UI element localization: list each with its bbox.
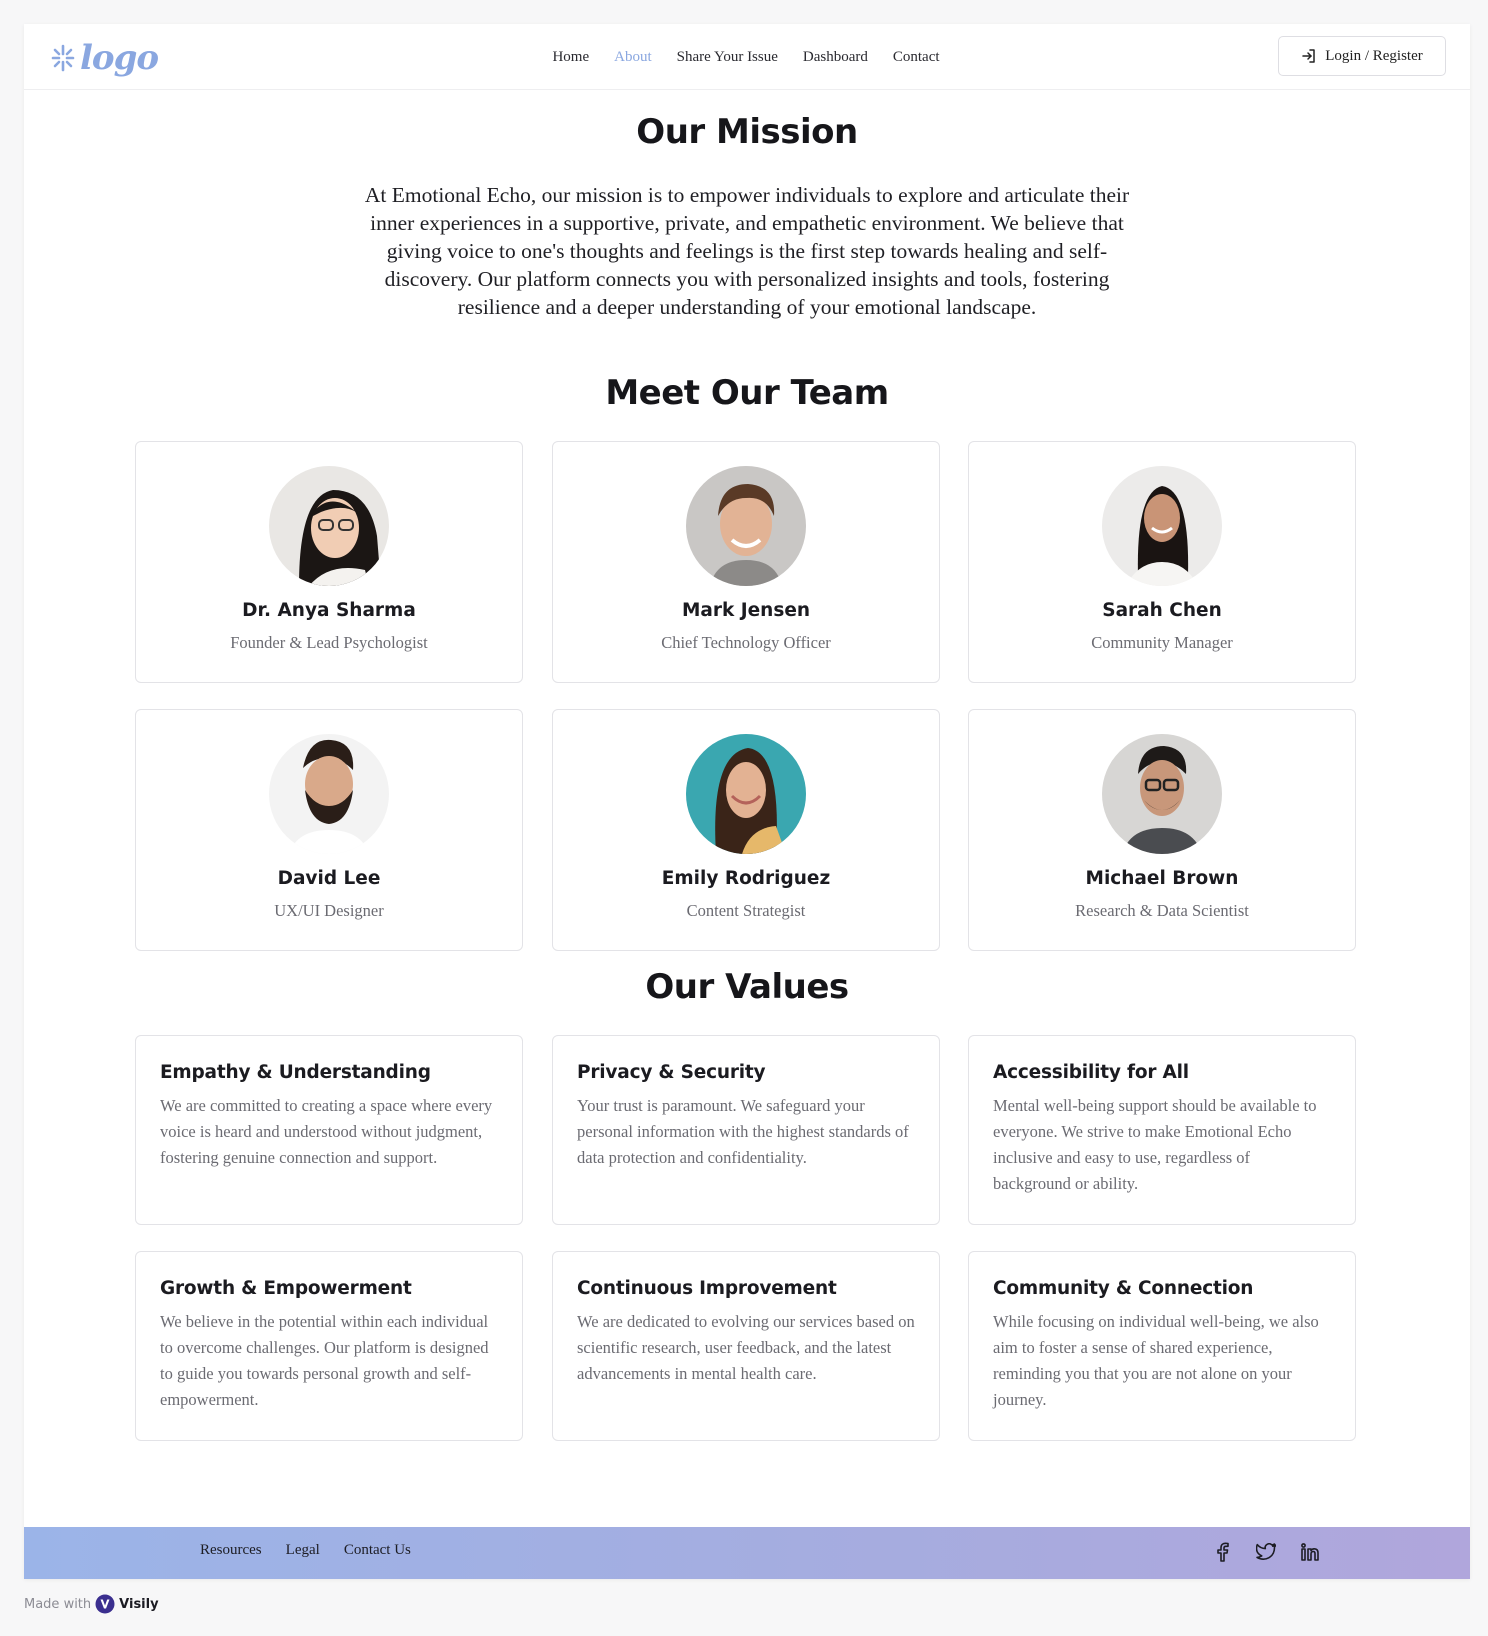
- login-register-button[interactable]: Login / Register: [1278, 36, 1446, 76]
- footer-link-legal[interactable]: Legal: [286, 1542, 320, 1559]
- value-text: Mental well-being support should be avai…: [993, 1096, 1317, 1193]
- footer-link-resources[interactable]: Resources: [200, 1542, 262, 1559]
- avatar: [1102, 734, 1222, 854]
- member-name: Sarah Chen: [1102, 600, 1222, 621]
- value-title: Privacy & Security: [577, 1062, 766, 1083]
- value-text: We are committed to creating a space whe…: [160, 1096, 493, 1167]
- linkedin-icon[interactable]: [1300, 1541, 1320, 1563]
- avatar: [269, 734, 389, 854]
- nav-dashboard[interactable]: Dashboard: [803, 46, 868, 68]
- value-title: Community & Connection: [993, 1278, 1254, 1299]
- value-card: Continuous Improvement We are dedicated …: [552, 1251, 940, 1441]
- member-name: Mark Jensen: [681, 600, 811, 621]
- nav-share-your-issue[interactable]: Share Your Issue: [677, 46, 778, 68]
- avatar: [269, 466, 389, 586]
- visily-logo-icon: [95, 1594, 115, 1614]
- mission-text: At Emotional Echo, our mission is to emp…: [364, 183, 1130, 319]
- value-text: While focusing on individual well-being,…: [993, 1312, 1319, 1409]
- member-role: Community Manager: [1091, 633, 1233, 652]
- value-card: Empathy & Understanding We are committed…: [135, 1035, 523, 1225]
- team-card: David Lee UX/UI Designer: [135, 709, 523, 951]
- footer-link-contact-us[interactable]: Contact Us: [344, 1542, 411, 1559]
- nav-about[interactable]: About: [614, 46, 652, 68]
- site-header: logo Home About Share Your Issue Dashboa…: [24, 24, 1470, 90]
- value-card: Privacy & Security Your trust is paramou…: [552, 1035, 940, 1225]
- value-text: We believe in the potential within each …: [160, 1312, 489, 1409]
- facebook-icon[interactable]: [1212, 1541, 1232, 1563]
- values-title: Our Values: [645, 967, 849, 1007]
- member-name: Dr. Anya Sharma: [242, 600, 416, 621]
- avatar: [686, 734, 806, 854]
- team-card: Mark Jensen Chief Technology Officer: [552, 441, 940, 683]
- team-card: Sarah Chen Community Manager: [968, 441, 1356, 683]
- value-title: Empathy & Understanding: [160, 1062, 431, 1083]
- nav-home[interactable]: Home: [552, 46, 589, 68]
- footer-links: Resources Legal Contact Us: [200, 1542, 411, 1559]
- login-register-label: Login / Register: [1325, 47, 1423, 64]
- member-name: David Lee: [277, 868, 381, 889]
- member-role: UX/UI Designer: [274, 901, 384, 920]
- value-card: Growth & Empowerment We believe in the p…: [135, 1251, 523, 1441]
- team-title: Meet Our Team: [605, 373, 889, 413]
- value-card: Accessibility for All Mental well-being …: [968, 1035, 1356, 1225]
- site-footer: Resources Legal Contact Us: [24, 1527, 1470, 1579]
- member-role: Chief Technology Officer: [661, 633, 831, 652]
- nav-contact[interactable]: Contact: [893, 46, 940, 68]
- avatar: [686, 466, 806, 586]
- main-nav: Home About Share Your Issue Dashboard Co…: [24, 46, 1470, 68]
- page-frame: logo Home About Share Your Issue Dashboa…: [24, 24, 1470, 1579]
- login-icon: [1302, 49, 1315, 63]
- member-name: Michael Brown: [1085, 868, 1239, 889]
- value-text: We are dedicated to evolving our service…: [577, 1312, 915, 1383]
- value-title: Growth & Empowerment: [160, 1278, 412, 1299]
- social-links: [1212, 1541, 1320, 1563]
- mission-title: Our Mission: [636, 112, 858, 152]
- member-name: Emily Rodriguez: [661, 868, 831, 889]
- made-with-prefix: Made with: [24, 1596, 92, 1612]
- team-card: Michael Brown Research & Data Scientist: [968, 709, 1356, 951]
- value-title: Accessibility for All: [993, 1062, 1189, 1083]
- made-with-brand: Visily: [119, 1596, 159, 1612]
- twitter-icon[interactable]: [1256, 1541, 1276, 1563]
- member-role: Research & Data Scientist: [1075, 901, 1249, 920]
- made-with-badge[interactable]: Made with Visily: [24, 1594, 159, 1614]
- avatar: [1102, 466, 1222, 586]
- member-role: Founder & Lead Psychologist: [230, 633, 428, 652]
- value-text: Your trust is paramount. We safeguard yo…: [577, 1096, 909, 1167]
- value-card: Community & Connection While focusing on…: [968, 1251, 1356, 1441]
- team-card: Emily Rodriguez Content Strategist: [552, 709, 940, 951]
- team-card: Dr. Anya Sharma Founder & Lead Psycholog…: [135, 441, 523, 683]
- member-role: Content Strategist: [686, 901, 806, 920]
- value-title: Continuous Improvement: [577, 1278, 837, 1299]
